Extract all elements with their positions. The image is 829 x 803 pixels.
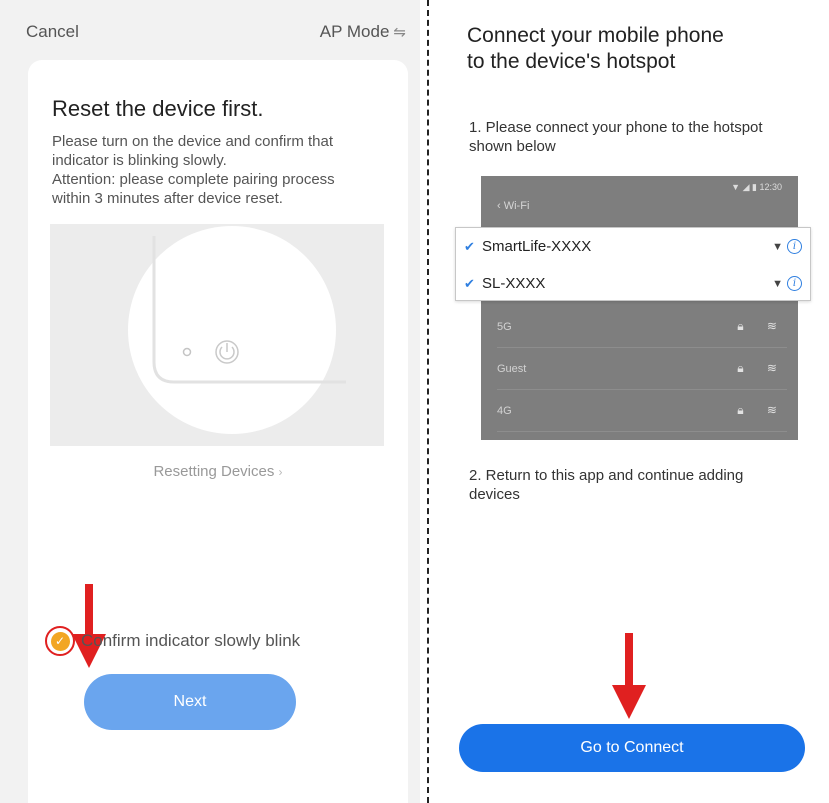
check-icon: ✔ [464,238,475,254]
phone-wifi-screenshot: ▼ ◢ ▮ 12:30 ‹ Wi-Fi 5G 🔒︎ ≋ Guest 🔒︎ ≋ 4… [481,176,798,440]
ap-mode-toggle[interactable]: AP Mode ⇋ [320,22,406,42]
step-2-instruction: 2. Return to this app and continue addin… [469,466,829,504]
description-line: within 3 minutes after device reset. [52,190,283,207]
ap-mode-label: AP Mode [319,22,390,41]
network-row: Guest 🔒︎ ≋ [497,348,787,390]
title-line: Connect your mobile phone [467,24,724,47]
hotspot-item[interactable]: ✔ SL-XXXX ▼ i [456,265,810,302]
reset-description: Please turn on the device and confirm th… [52,132,392,208]
confirm-indicator-row[interactable]: ✓ Confirm indicator slowly blink [45,626,300,656]
resetting-devices-link[interactable]: Resetting Devices › [28,463,408,480]
step-line: devices [469,486,520,503]
confirm-indicator-label: Confirm indicator slowly blink [81,631,301,650]
page-title: Reset the device first. [52,96,264,121]
step-line: shown below [469,138,556,155]
lock-wifi-icon: 🔒︎ ≋ [737,403,787,417]
network-row: 5G 🔒︎ ≋ [497,306,787,348]
lock-wifi-icon: 🔒︎ ≋ [737,319,787,333]
go-to-connect-button[interactable]: Go to Connect [459,724,805,772]
panel-divider [427,0,429,803]
lock-wifi-icon: 🔒︎ ≋ [737,361,787,375]
back-icon: ‹ [497,200,504,212]
device-illustration [50,224,384,446]
check-icon: ✔ [464,275,475,291]
checkmark-icon: ✓ [50,631,70,651]
network-row: 4G 🔒︎ ≋ [497,390,787,432]
hotspot-list-popup: ✔ SmartLife-XXXX ▼ i ✔ SL-XXXX ▼ i [455,227,811,301]
step-line: 2. Return to this app and continue addin… [469,467,744,484]
hotspot-item[interactable]: ✔ SmartLife-XXXX ▼ i [456,228,810,265]
hotspot-name: SL-XXXX [482,275,546,292]
network-name: 4G [497,404,512,417]
wifi-icon: ▼ [772,240,783,253]
signal-icon: ▼ ◢ ▮ [731,182,760,192]
page-title: Connect your mobile phone to the device'… [467,23,827,75]
swap-icon: ⇋ [393,24,406,41]
hotspot-name: SmartLife-XXXX [482,238,592,255]
annotation-arrow-down-icon [612,633,646,719]
wifi-back-label: Wi-Fi [503,200,530,212]
network-name: 5G [497,320,512,333]
chevron-right-icon: › [278,465,283,479]
status-time: 12:30 [759,182,782,192]
step-1-instruction: 1. Please connect your phone to the hots… [469,118,829,156]
description-line: indicator is blinking slowly. [52,152,227,169]
network-name: Guest [497,362,527,375]
description-line: Attention: please complete pairing proce… [52,171,335,188]
description-line: Please turn on the device and confirm th… [52,133,334,150]
next-button[interactable]: Next [84,674,296,730]
title-line: to the device's hotspot [467,50,676,73]
step-line: 1. Please connect your phone to the hots… [469,119,763,136]
resetting-devices-label: Resetting Devices [153,463,275,480]
phone-status-bar: ▼ ◢ ▮ 12:30 [731,182,782,193]
right-screen: Connect your mobile phone to the device'… [431,0,829,803]
info-icon[interactable]: i [787,276,802,291]
wifi-icon: ▼ [772,277,783,290]
cancel-button[interactable]: Cancel [26,22,79,42]
left-screen: Cancel AP Mode ⇋ Reset the device first.… [0,0,420,803]
info-icon[interactable]: i [787,239,802,254]
wifi-back-nav: ‹ Wi-Fi [497,200,529,212]
confirm-checkbox[interactable]: ✓ [45,626,75,656]
